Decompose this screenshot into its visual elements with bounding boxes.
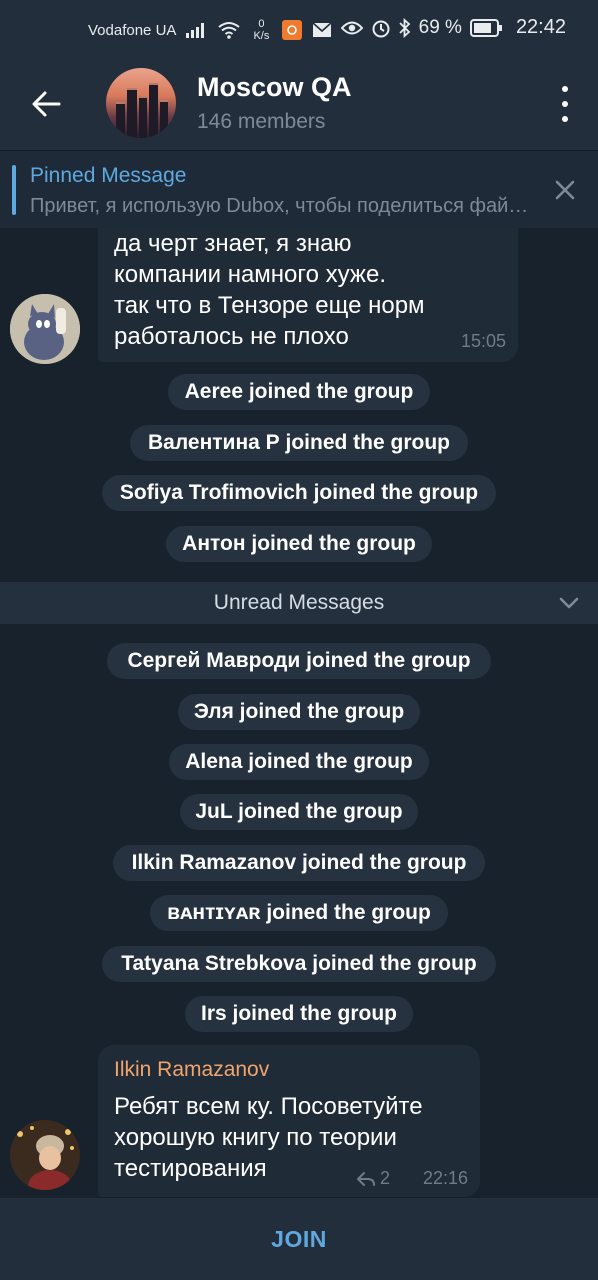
service-message: Ilkin Ramazanov joined the group [113,845,485,881]
person-photo-avatar-icon [10,1120,80,1190]
chat-header: Moscow QA 146 members [0,60,598,150]
unread-messages-divider: Unread Messages [0,582,598,624]
speed-unit: K/s [253,30,270,42]
message-time: 15:05 [460,331,506,351]
alarm-icon [371,18,391,38]
network-speed: 0 K/s [250,18,272,42]
message-text: да черт знает, я знаю компании намного х… [114,228,425,352]
service-message: Tatyana Strebkova joined the group [102,946,496,982]
battery-icon [469,18,502,37]
message-line: компании намного хуже. [114,261,386,288]
message-line: работалось не плохо [114,323,349,350]
carrier-name: Vodafone UA [88,21,177,39]
user-avatar[interactable] [10,294,80,364]
close-icon [555,180,575,200]
message-bubble[interactable]: да черт знает, я знаю компании намного х… [98,228,518,362]
cartoon-cat-avatar-icon [10,294,80,364]
more-menu-button[interactable] [558,86,572,122]
message-line: да черт знает, я знаю [114,230,352,257]
service-message: Alena joined the group [169,744,429,780]
eye-icon [340,20,363,36]
pinned-accent-bar [12,165,16,215]
join-button[interactable]: JOIN [271,1226,327,1253]
reply-arrow-icon [356,1171,375,1186]
unread-label: Unread Messages [213,591,385,614]
mail-icon [312,22,332,38]
wifi-icon [218,21,241,39]
pinned-text: Привет, я использую Dubox, чтобы поделит… [30,195,530,217]
battery-percent: 69 % [418,16,462,38]
member-count: 146 members [197,110,326,133]
reply-count: 2 [379,1168,390,1188]
back-button[interactable] [28,86,64,122]
bluetooth-icon [398,17,411,38]
service-message: Антон joined the group [166,526,432,562]
clock: 22:42 [515,16,566,38]
service-message: ʙᴀʜᴛɪʏᴀʀ joined the group [150,895,448,931]
service-message: Эля joined the group [178,694,420,730]
close-pinned-button[interactable] [552,177,578,203]
pinned-message[interactable]: Pinned Message Привет, я использую Dubox… [0,150,598,228]
status-bar-left: Vodafone UA 0 K/s [88,18,332,42]
arrow-left-icon [32,91,61,117]
service-message: Сергей Мавроди joined the group [107,643,491,679]
dot-icon [562,116,568,122]
message-line: хорошую книгу по теории [114,1124,397,1151]
app-notification-icon [282,20,303,40]
reply-counter[interactable]: 2 [356,1168,390,1189]
service-message: Sofiya Trofimovich joined the group [102,475,496,511]
message-bubble[interactable]: Ilkin Ramazanov Ребят всем ку. Посоветуй… [98,1045,480,1197]
bottom-bar: JOIN [0,1198,598,1280]
chevron-down-icon [559,597,579,609]
signal-icon [186,22,208,38]
service-message: Aeree joined the group [168,374,430,410]
speed-value: 0 [258,18,265,30]
message-line: так что в Тензоре еще норм [114,292,425,319]
message-time: 22:16 [422,1168,468,1188]
group-title[interactable]: Moscow QA [197,72,352,103]
scroll-down-button[interactable] [558,592,580,614]
service-message: Валентина Р joined the group [130,425,468,461]
dot-icon [562,86,568,92]
service-message: Irs joined the group [185,996,413,1032]
group-avatar[interactable] [106,68,176,138]
sender-name[interactable]: Ilkin Ramazanov [114,1058,269,1082]
user-avatar[interactable] [10,1120,80,1190]
service-message: JuL joined the group [180,794,418,830]
message-line: Ребят всем ку. Посоветуйте [114,1093,423,1120]
dot-icon [562,101,568,107]
pinned-title: Pinned Message [30,164,187,187]
message-list[interactable]: да черт знает, я знаю компании намного х… [0,228,598,1198]
status-bar-right: 69 % 22:42 [340,16,566,39]
status-bar: Vodafone UA 0 K/s 69 % 22:42 [0,0,598,60]
